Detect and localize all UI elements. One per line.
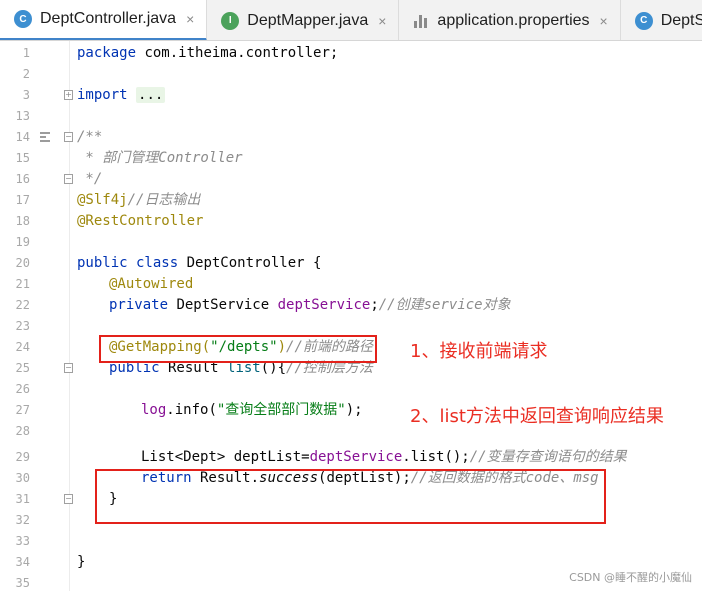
folded-imports[interactable]: ... [136, 87, 166, 103]
render-doc-icon[interactable] [40, 131, 52, 143]
line-number: 35 [15, 576, 30, 590]
code-text: * 部门管理Controller [77, 150, 243, 166]
code-text: @Slf4j//日志输出 [77, 192, 201, 208]
code-text: import ... [77, 87, 166, 103]
code-line: 20 public class DeptController { [0, 253, 702, 274]
tab-application-properties[interactable]: application.properties × [399, 0, 621, 40]
line-number: 31 [15, 492, 30, 506]
class-icon: C [634, 11, 653, 30]
tab-label: DeptMapper.java [247, 11, 369, 29]
code-line: 14 − /** [0, 127, 702, 148]
editor-tab-bar: C DeptController.java × I DeptMapper.jav… [0, 0, 702, 41]
code-line: 15 * 部门管理Controller [0, 148, 702, 169]
code-text: */ [77, 171, 103, 187]
code-line: 29 List<Dept> deptList=deptService.list(… [0, 447, 702, 468]
tab-dept-controller[interactable]: C DeptController.java × [0, 0, 208, 40]
annotation-note-1: 1、接收前端请求 [410, 341, 548, 362]
line-number: 19 [15, 235, 30, 249]
line-number: 18 [15, 214, 30, 228]
close-icon[interactable]: × [186, 11, 194, 27]
line-number: 1 [22, 46, 30, 60]
line-number: 14 [15, 130, 30, 144]
code-line: 3 + import ... [0, 85, 702, 106]
class-icon: C [14, 10, 32, 28]
annotation-note-2: 2、list方法中返回查询响应结果 [410, 406, 664, 427]
interface-icon: I [221, 11, 240, 30]
code-line: 23 [0, 316, 702, 337]
close-icon[interactable]: × [600, 13, 608, 29]
code-text: List<Dept> deptList=deptService.list();/… [141, 449, 627, 465]
line-number: 16 [15, 172, 30, 186]
fold-toggle-icon[interactable]: + [64, 90, 73, 100]
code-line: 16 − */ [0, 169, 702, 190]
line-number: 15 [15, 151, 30, 165]
code-line: 2 [0, 64, 702, 85]
properties-icon [413, 13, 429, 29]
tab-label: DeptS [660, 11, 702, 29]
code-line: 18 @RestController [0, 211, 702, 232]
line-number: 33 [15, 534, 30, 548]
code-text: @Autowired [109, 276, 194, 292]
fold-toggle-icon[interactable]: − [64, 363, 73, 373]
code-text: @RestController [77, 213, 204, 229]
line-number: 25 [15, 361, 30, 375]
line-number: 29 [15, 450, 30, 464]
tab-label: DeptController.java [40, 10, 177, 27]
line-number: 13 [15, 109, 30, 123]
line-number: 24 [15, 340, 30, 354]
code-line: 33 [0, 531, 702, 552]
code-text: } [77, 554, 86, 570]
code-line: 21 @Autowired [0, 274, 702, 295]
line-number: 32 [15, 513, 30, 527]
code-line: 13 [0, 106, 702, 127]
line-number: 28 [15, 424, 30, 438]
highlight-box-getmapping [99, 335, 377, 363]
line-number: 23 [15, 319, 30, 333]
line-number: 3 [22, 88, 30, 102]
line-number: 30 [15, 471, 30, 485]
code-text: package com.itheima.controller; [77, 45, 339, 61]
line-number: 26 [15, 382, 30, 396]
code-text: log.info("查询全部部门数据"); [141, 402, 363, 418]
line-number: 17 [15, 193, 30, 207]
line-number: 2 [22, 67, 30, 81]
code-line: 17 @Slf4j//日志输出 [0, 190, 702, 211]
code-line: 19 [0, 232, 702, 253]
line-number: 20 [15, 256, 30, 270]
fold-toggle-icon[interactable]: − [64, 494, 73, 504]
code-text: private DeptService deptService;//创建serv… [109, 297, 511, 313]
watermark: CSDN @睡不醒的小魔仙 [569, 571, 692, 584]
tab-dept-mapper[interactable]: I DeptMapper.java × [207, 0, 400, 40]
line-number: 22 [15, 298, 30, 312]
line-number: 34 [15, 555, 30, 569]
code-line: 26 [0, 379, 702, 400]
code-text: /** [77, 129, 103, 145]
close-icon[interactable]: × [378, 13, 386, 29]
code-line: 22 private DeptService deptService;//创建s… [0, 295, 702, 316]
code-text: public class DeptController { [77, 255, 322, 271]
fold-toggle-icon[interactable]: − [64, 132, 73, 142]
line-number: 27 [15, 403, 30, 417]
fold-toggle-icon[interactable]: − [64, 174, 73, 184]
line-number: 21 [15, 277, 30, 291]
highlight-box-return [95, 469, 606, 524]
code-line: 1 package com.itheima.controller; [0, 43, 702, 64]
tab-label: application.properties [437, 11, 590, 29]
tab-dept-service[interactable]: C DeptS [621, 0, 702, 40]
